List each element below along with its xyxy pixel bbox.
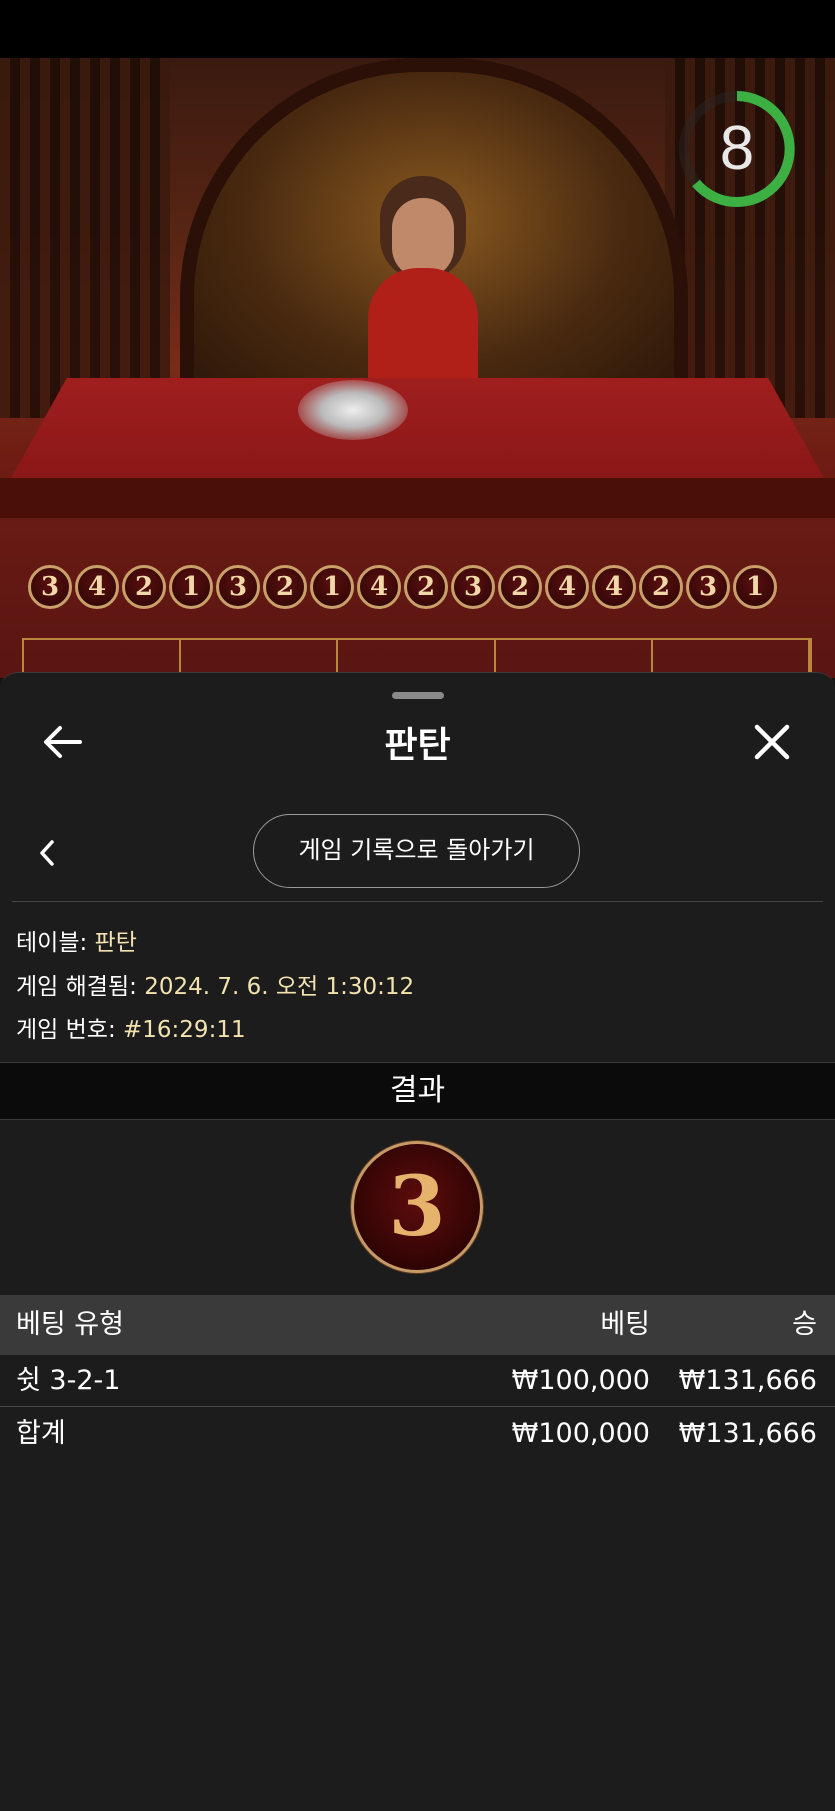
history-result-ball: 3	[216, 565, 260, 609]
history-result-ball: 4	[357, 565, 401, 609]
close-icon[interactable]	[752, 722, 792, 762]
history-result-ball: 1	[169, 565, 213, 609]
chevron-left-icon[interactable]	[36, 838, 58, 868]
history-result-ball: 4	[592, 565, 636, 609]
resolved-time: 2024. 7. 6. 오전 1:30:12	[144, 974, 415, 1000]
bead-bowl	[298, 380, 408, 440]
history-result-ball: 3	[451, 565, 495, 609]
history-result-ball: 2	[404, 565, 448, 609]
result-history-strip: 3421321423244231	[28, 565, 780, 617]
header-win: 승	[792, 1309, 817, 1340]
table-row: 쉿 3-2-1 ₩100,000 ₩131,666	[0, 1355, 835, 1407]
history-result-ball: 2	[263, 565, 307, 609]
panel-title: 판탄	[384, 725, 451, 766]
bet-type: 쉿 3-2-1	[16, 1365, 121, 1396]
info-game-number: 게임 번호: #16:29:11	[16, 1017, 246, 1043]
status-bar	[0, 0, 835, 58]
result-ball: 3	[351, 1141, 483, 1273]
history-result-ball: 3	[686, 565, 730, 609]
total-label: 합계	[16, 1418, 66, 1449]
history-result-ball: 2	[498, 565, 542, 609]
back-to-history-button[interactable]: 게임 기록으로 돌아가기	[253, 814, 580, 888]
countdown-timer: 8	[719, 114, 755, 183]
history-result-ball: 1	[310, 565, 354, 609]
divider	[0, 1406, 835, 1407]
header-bet-type: 베팅 유형	[16, 1309, 124, 1340]
history-result-ball: 2	[639, 565, 683, 609]
total-win: ₩131,666	[678, 1418, 817, 1449]
result-value: 3	[388, 1159, 446, 1255]
drag-handle[interactable]	[392, 692, 444, 699]
header-bet: 베팅	[600, 1309, 650, 1340]
dealer	[392, 198, 454, 278]
info-table: 테이블: 판탄	[16, 930, 137, 956]
table-name: 판탄	[94, 930, 137, 956]
history-result-ball: 3	[28, 565, 72, 609]
info-resolved: 게임 해결됨: 2024. 7. 6. 오전 1:30:12	[16, 974, 415, 1000]
win-amount: ₩131,666	[678, 1365, 817, 1396]
bet-table-header-row: 베팅 유형 베팅 승	[0, 1299, 835, 1351]
bet-amount: ₩100,000	[511, 1365, 650, 1396]
history-result-ball: 2	[122, 565, 166, 609]
divider	[12, 901, 823, 902]
total-bet: ₩100,000	[511, 1418, 650, 1449]
history-result-ball: 4	[545, 565, 589, 609]
total-row: 합계 ₩100,000 ₩131,666	[0, 1408, 835, 1460]
history-result-ball: 4	[75, 565, 119, 609]
game-number: #16:29:11	[123, 1017, 246, 1043]
result-header: 결과	[0, 1062, 835, 1120]
history-result-ball: 1	[733, 565, 777, 609]
